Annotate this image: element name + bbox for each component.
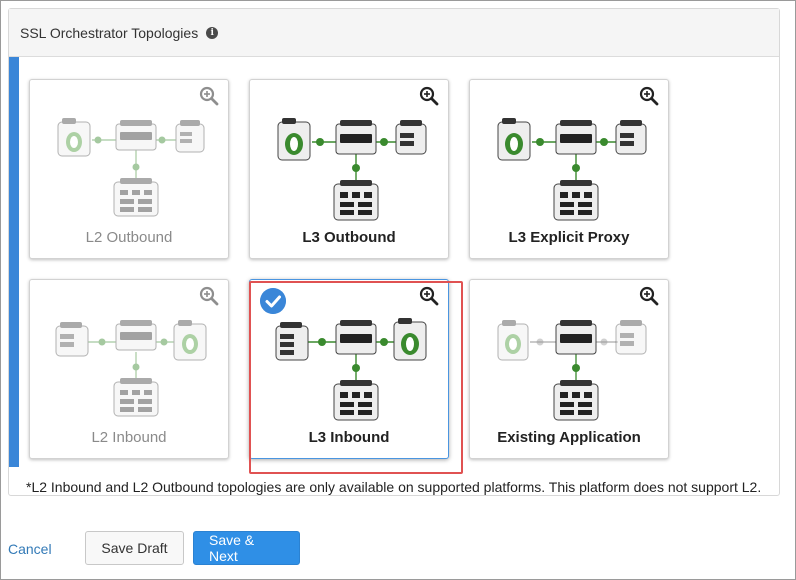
save-and-next-button[interactable]: Save & Next	[193, 531, 300, 565]
topology-card-l3-explicit-proxy[interactable]: L3 Explicit Proxy	[469, 79, 669, 259]
topology-card-l2-outbound[interactable]: L2 Outbound	[29, 79, 229, 259]
topologies-panel: SSL Orchestrator Topologies i L2 Outboun…	[8, 8, 780, 496]
zoom-icon[interactable]	[199, 286, 219, 306]
topology-label: L3 Inbound	[308, 429, 390, 446]
panel-title: SSL Orchestrator Topologies	[20, 24, 199, 41]
existing-application-diagram	[497, 320, 647, 421]
footer-actions: Cancel Save Draft Save & Next	[0, 500, 796, 580]
l3-outbound-diagram	[277, 118, 427, 221]
topology-label: L3 Outbound	[302, 229, 396, 246]
zoom-icon[interactable]	[419, 286, 439, 306]
platform-footnote: *L2 Inbound and L2 Outbound topologies a…	[26, 479, 762, 495]
zoom-icon[interactable]	[639, 286, 659, 306]
topology-card-l2-inbound[interactable]: L2 Inbound	[29, 279, 229, 459]
l2-outbound-diagram	[57, 118, 205, 217]
cancel-link[interactable]: Cancel	[8, 541, 52, 557]
l2-inbound-diagram	[55, 320, 207, 417]
topology-card-existing-application[interactable]: Existing Application	[469, 279, 669, 459]
topology-label: L3 Explicit Proxy	[508, 229, 630, 246]
accent-bar	[9, 57, 19, 467]
selected-check-icon	[260, 288, 286, 314]
panel-body: L2 Outbound L3 Outbound L3 Explicit Prox…	[9, 57, 779, 495]
topology-label: L2 Outbound	[85, 229, 173, 246]
l3-explicit-proxy-diagram	[497, 118, 647, 221]
zoom-icon[interactable]	[199, 86, 219, 106]
info-icon[interactable]: i	[206, 26, 219, 39]
panel-header: SSL Orchestrator Topologies i	[9, 9, 779, 57]
l3-inbound-diagram	[275, 318, 427, 421]
zoom-icon[interactable]	[419, 86, 439, 106]
save-draft-button[interactable]: Save Draft	[85, 531, 184, 565]
topology-card-l3-inbound[interactable]: L3 Inbound	[249, 279, 449, 459]
topology-label: L2 Inbound	[91, 429, 167, 446]
topology-label: Existing Application	[497, 429, 641, 446]
zoom-icon[interactable]	[639, 86, 659, 106]
topology-card-l3-outbound[interactable]: L3 Outbound	[249, 79, 449, 259]
